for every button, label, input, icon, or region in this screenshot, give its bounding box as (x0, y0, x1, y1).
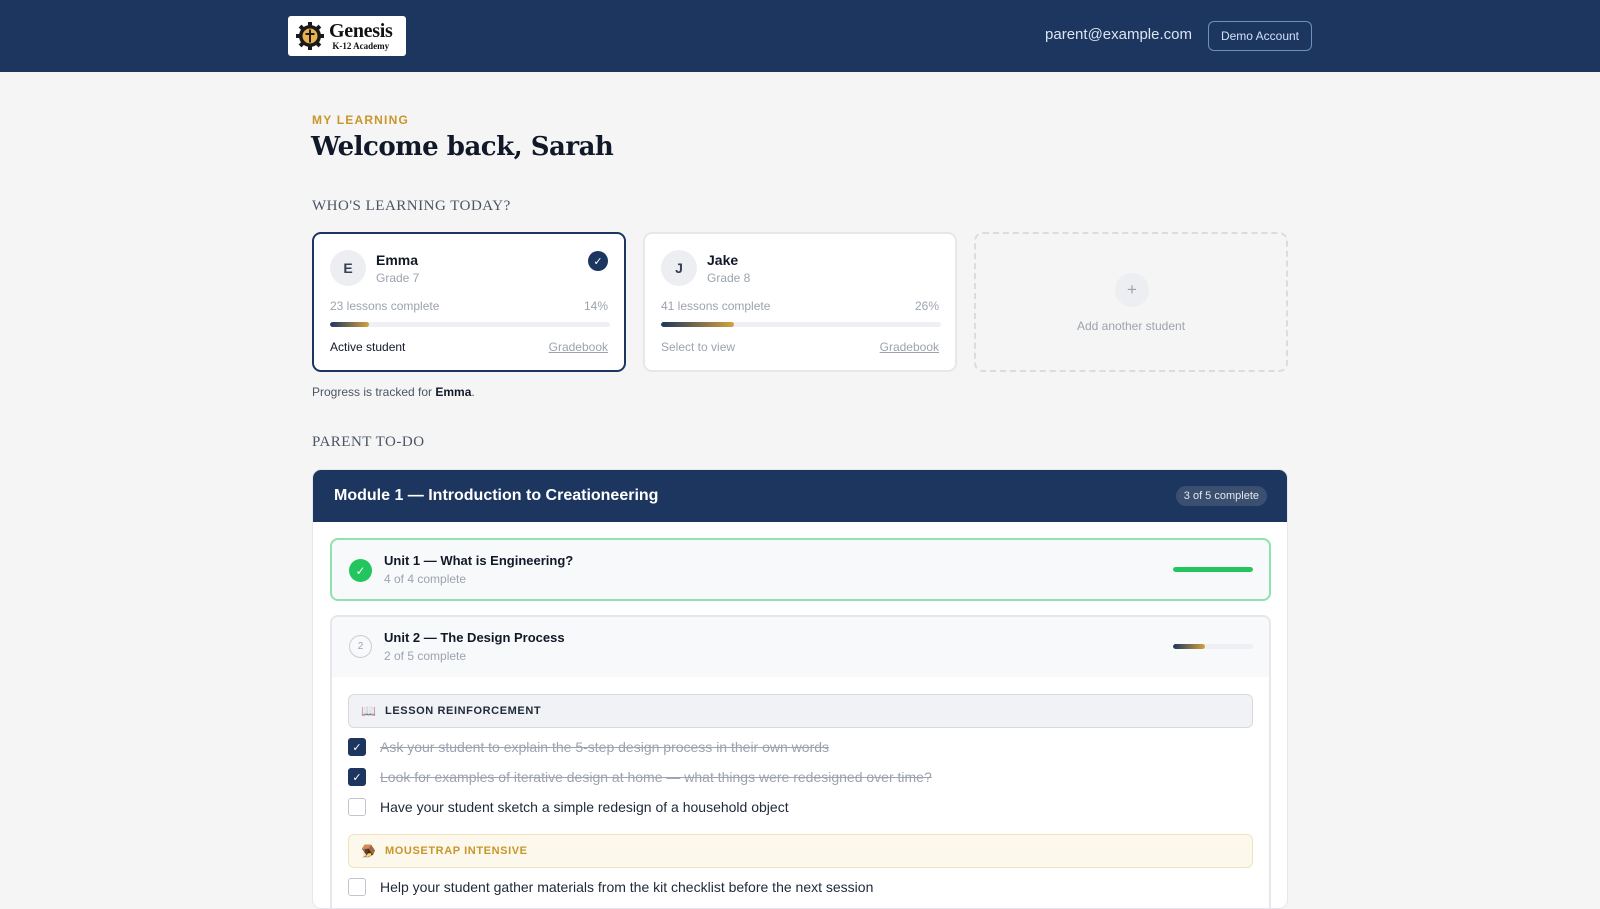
student-card-emma[interactable]: E Emma Grade 7 ✓ 23 lessons complete 14%… (312, 232, 626, 372)
page-eyebrow: MY LEARNING (312, 113, 409, 127)
progress-bar (330, 322, 610, 327)
checkbox[interactable] (348, 798, 366, 816)
gear-cross-logo-icon (296, 22, 324, 50)
progress-bar (661, 322, 941, 327)
todo-item[interactable]: Help your student gather materials from … (348, 875, 1253, 899)
todo-text: Help your student gather materials from … (380, 879, 874, 895)
gradebook-link[interactable]: Gradebook (549, 340, 608, 354)
todo-section-heading: PARENT TO-DO (312, 434, 425, 450)
todo-text: Ask your student to explain the 5-step d… (380, 739, 830, 755)
completed-check-icon: ✓ (349, 559, 372, 582)
tracked-student-name: Emma (435, 385, 472, 399)
module-header[interactable]: Module 1 — Introduction to Creationeerin… (313, 470, 1287, 522)
student-name: Emma (376, 252, 419, 268)
student-grade: Grade 7 (376, 271, 420, 285)
tracking-note: Progress is tracked for Emma. (312, 385, 475, 399)
plus-icon: + (1115, 273, 1149, 307)
student-status: Select to view (661, 340, 736, 354)
student-grade: Grade 8 (707, 271, 751, 285)
unit-progress-text: 4 of 4 complete (384, 572, 467, 586)
account-email: parent@example.com (1045, 26, 1192, 43)
checkbox-checked[interactable]: ✓ (348, 738, 366, 756)
unit-2-panel: 2 Unit 2 — The Design Process 2 of 5 com… (330, 615, 1271, 908)
todo-item[interactable]: ✓ Look for examples of iterative design … (348, 765, 1253, 789)
student-card-jake[interactable]: J Jake Grade 8 41 lessons complete 26% S… (643, 232, 957, 372)
logo-subtitle: K-12 Academy (332, 41, 390, 51)
lessons-complete: 41 lessons complete (661, 299, 771, 313)
checkbox-checked[interactable]: ✓ (348, 768, 366, 786)
module-panel: Module 1 — Introduction to Creationeerin… (312, 469, 1288, 909)
demo-account-button[interactable]: Demo Account (1208, 21, 1312, 51)
unit-progress-text: 2 of 5 complete (384, 649, 467, 663)
progress-bar-fill (330, 322, 370, 327)
unit-1-row[interactable]: ✓ Unit 1 — What is Engineering? 4 of 4 c… (330, 538, 1271, 601)
add-student-label: Add another student (1076, 319, 1186, 333)
student-name: Jake (707, 252, 739, 268)
todo-text: Have your student sketch a simple redesi… (380, 799, 789, 815)
category-label: LESSON REINFORCEMENT (385, 705, 542, 717)
unit-progress-fill (1173, 644, 1205, 649)
lessons-complete: 23 lessons complete (330, 299, 440, 313)
module-title: Module 1 — Introduction to Creationeerin… (334, 487, 659, 504)
category-lesson-reinforcement: 📖 LESSON REINFORCEMENT (348, 694, 1253, 728)
open-book-icon: 📖 (361, 704, 376, 718)
avatar: J (661, 250, 697, 286)
gradebook-link[interactable]: Gradebook (880, 340, 939, 354)
todo-item[interactable]: ✓ Ask your student to explain the 5-step… (348, 735, 1253, 759)
selected-check-icon: ✓ (588, 251, 608, 271)
unit-progress-fill (1173, 567, 1253, 572)
mousetrap-icon: 🪤 (361, 844, 376, 858)
unit-2-header[interactable]: 2 Unit 2 — The Design Process 2 of 5 com… (332, 617, 1269, 677)
unit-number-badge: 2 (349, 635, 372, 658)
avatar: E (330, 250, 366, 286)
todo-item[interactable]: Have your student sketch a simple redesi… (348, 795, 1253, 819)
progress-bar-fill (661, 322, 734, 327)
top-bar: Genesis K-12 Academy parent@example.com … (0, 0, 1600, 72)
unit-title: Unit 2 — The Design Process (384, 630, 565, 645)
progress-percent: 14% (583, 299, 608, 313)
todo-text: Look for examples of iterative design at… (380, 769, 932, 785)
progress-percent: 26% (914, 299, 939, 313)
unit-title: Unit 1 — What is Engineering? (384, 553, 574, 568)
students-section-heading: WHO'S LEARNING TODAY? (312, 198, 511, 214)
logo-title: Genesis (329, 20, 393, 42)
student-status: Active student (330, 340, 406, 354)
page-title: Welcome back, Sarah (311, 132, 614, 162)
category-mousetrap-intensive: 🪤 MOUSETRAP INTENSIVE (348, 834, 1253, 868)
add-student-card[interactable]: + Add another student (974, 232, 1288, 372)
category-label: MOUSETRAP INTENSIVE (385, 845, 528, 857)
genesis-logo[interactable]: Genesis K-12 Academy (288, 16, 406, 56)
unit-progress-bar (1173, 567, 1253, 572)
unit-progress-bar (1173, 644, 1253, 649)
module-progress-badge: 3 of 5 complete (1175, 486, 1267, 506)
checkbox[interactable] (348, 878, 366, 896)
